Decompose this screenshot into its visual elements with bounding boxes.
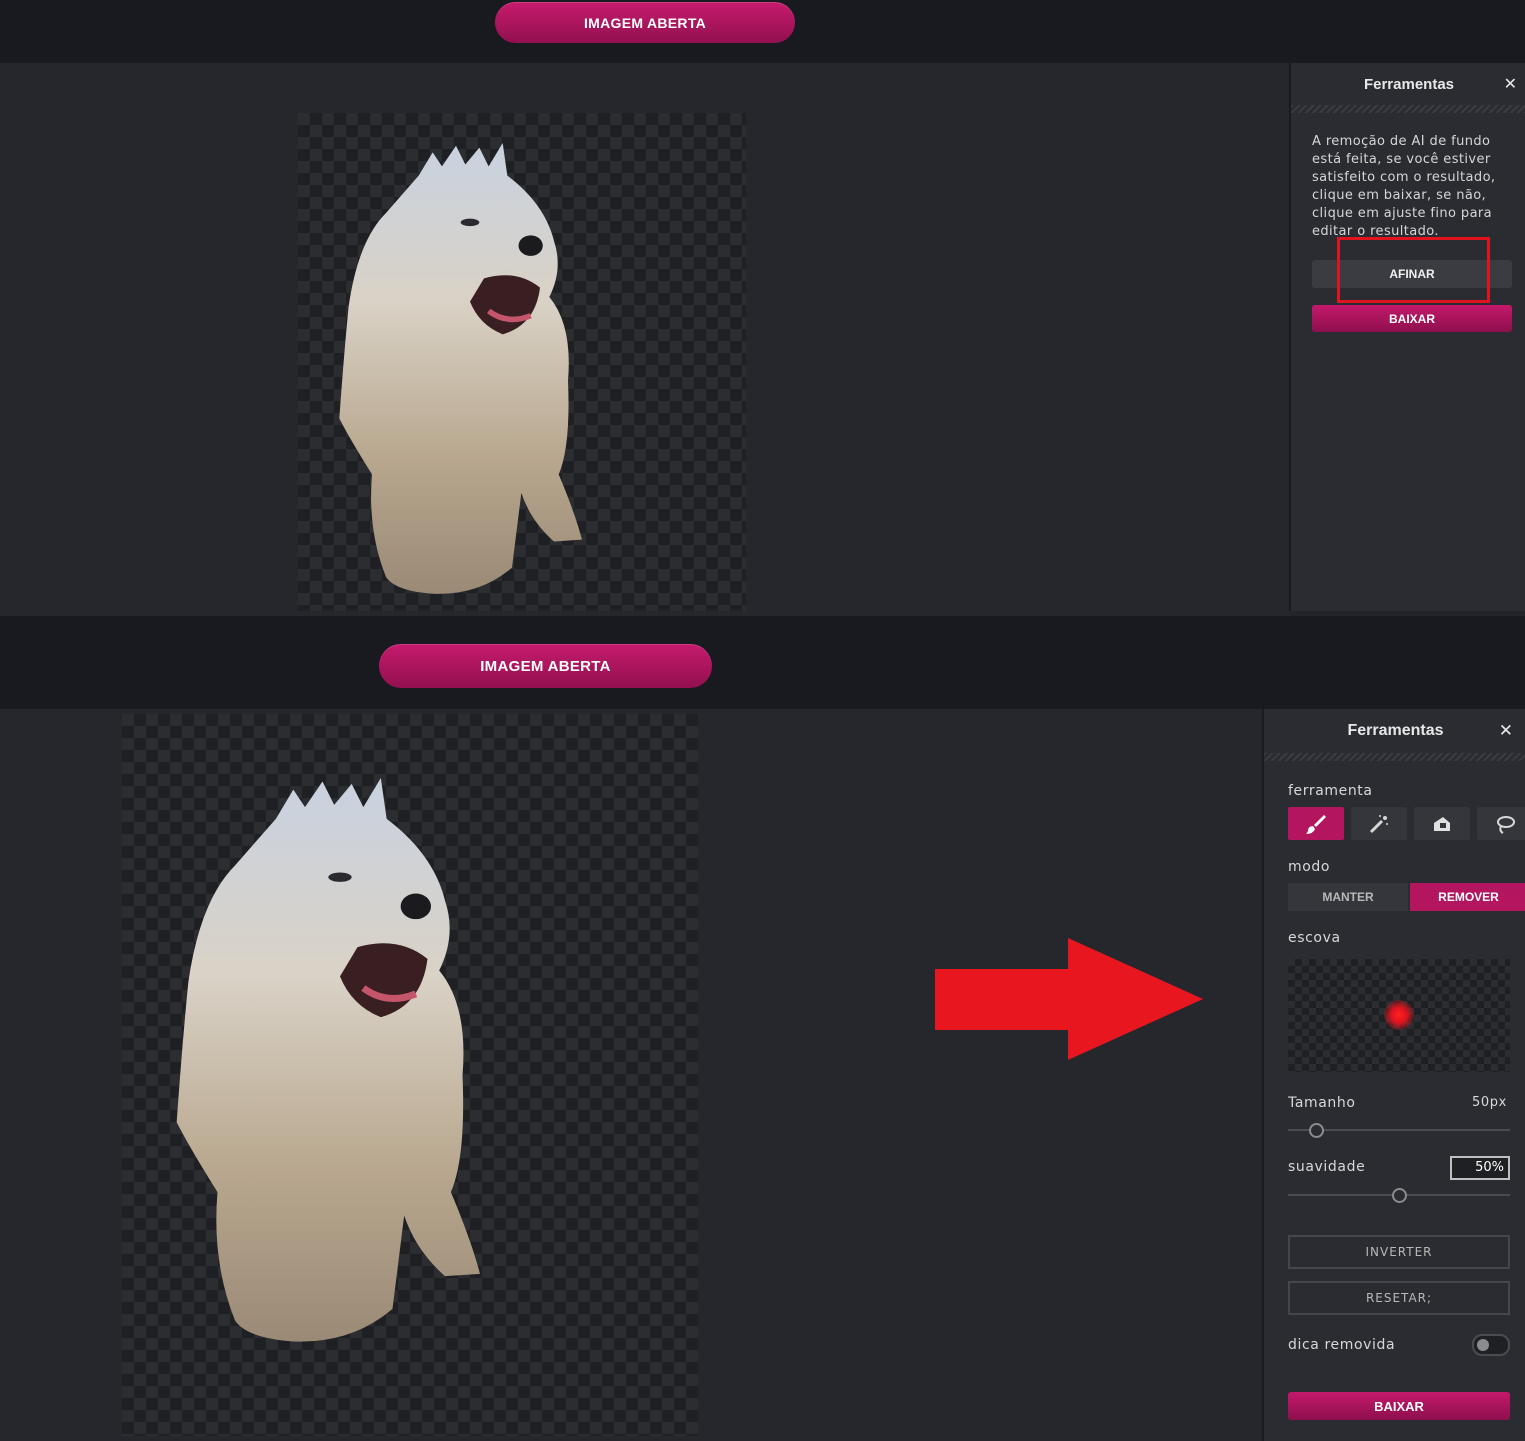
size-label: Tamanho	[1288, 1095, 1356, 1111]
top-dog-cutout	[339, 143, 582, 594]
size-value: 50px	[1472, 1095, 1507, 1110]
close-icon[interactable]: ✕	[1504, 74, 1517, 93]
brush-label: escova	[1288, 930, 1341, 946]
eraser-tool-button[interactable]	[1414, 807, 1470, 840]
hint-toggle-knob	[1477, 1339, 1489, 1351]
magic-wand-icon	[1369, 814, 1388, 833]
info-text: A remoção de AI de fundo está feita, se …	[1312, 134, 1496, 239]
panel-divider	[1264, 753, 1525, 761]
top-tools-panel: Ferramentas ✕ A remoção de AI de fundo e…	[1289, 63, 1525, 611]
hint-label: dica removida	[1288, 1337, 1396, 1353]
brush-dot-preview	[1384, 1000, 1414, 1030]
brush-tool-button[interactable]	[1288, 807, 1344, 840]
mode-label: modo	[1288, 859, 1331, 875]
mode-keep-button[interactable]: MANTER	[1288, 883, 1408, 911]
bottom-tools-panel: Ferramentas ✕ ferramenta modo MANTER REM…	[1262, 709, 1525, 1441]
open-image-button[interactable]: IMAGEM ABERTA	[495, 2, 795, 43]
bottom-toolbar	[0, 616, 1525, 709]
reset-button[interactable]: RESETAR;	[1288, 1281, 1510, 1315]
magic-wand-tool-button[interactable]	[1351, 807, 1407, 840]
bottom-dog-cutout	[176, 778, 480, 1342]
panel-divider	[1291, 105, 1525, 113]
size-slider-knob[interactable]	[1309, 1123, 1325, 1138]
tool-label: ferramenta	[1288, 783, 1373, 799]
lasso-icon	[1497, 815, 1515, 834]
brush-icon	[1306, 814, 1326, 834]
invert-button[interactable]: INVERTER	[1288, 1235, 1510, 1269]
download-button[interactable]: BAIXAR	[1288, 1392, 1510, 1420]
annotation-arrow	[935, 938, 1203, 1060]
hint-toggle[interactable]	[1472, 1334, 1510, 1356]
mode-remove-button[interactable]: REMOVER	[1410, 883, 1525, 911]
eraser-icon	[1434, 816, 1450, 831]
open-image-button[interactable]: IMAGEM ABERTA	[379, 644, 712, 688]
panel-title: Ferramentas	[1347, 722, 1444, 739]
smooth-label: suavidade	[1288, 1159, 1366, 1175]
annotation-highlight-box	[1337, 237, 1490, 303]
smooth-value-input[interactable]: 50%	[1450, 1156, 1510, 1180]
lasso-tool-button[interactable]	[1477, 807, 1525, 840]
download-button[interactable]: BAIXAR	[1312, 305, 1512, 332]
brush-preview	[1288, 959, 1510, 1072]
smooth-slider-knob[interactable]	[1391, 1188, 1407, 1203]
panel-title: Ferramentas	[1363, 75, 1455, 93]
close-icon[interactable]: ✕	[1499, 721, 1513, 741]
